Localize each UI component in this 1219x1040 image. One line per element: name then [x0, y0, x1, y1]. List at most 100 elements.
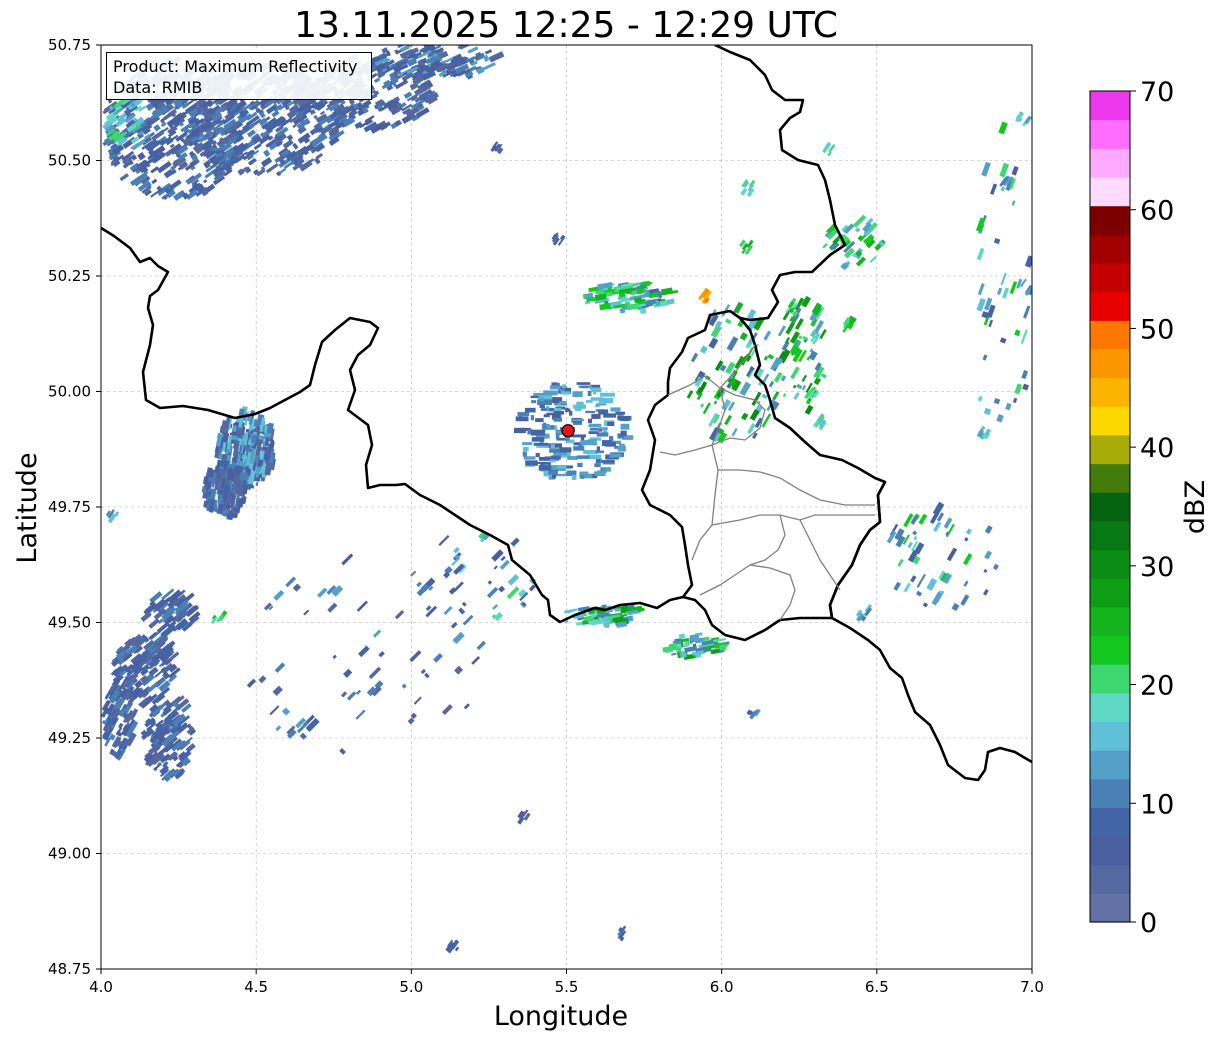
colorbar-segment	[1090, 893, 1130, 923]
echo-cell	[463, 703, 470, 710]
colorbar-segment	[1090, 549, 1130, 579]
echo-cell	[964, 537, 969, 542]
echo-cell	[992, 563, 999, 571]
echo-cell	[401, 683, 407, 689]
echo-cell	[561, 384, 566, 389]
echo-cell	[231, 511, 239, 519]
echo-cell	[595, 450, 604, 454]
y-tick-label: 49.75	[48, 498, 91, 516]
echo-cell	[965, 528, 972, 535]
echo-cell	[682, 642, 689, 648]
echo-cell	[585, 399, 593, 403]
colorbar-tick-label: 30	[1140, 552, 1174, 583]
echo-cell	[996, 414, 1004, 423]
echo-cell	[313, 157, 321, 165]
echo-cell	[258, 675, 267, 684]
echo-cell	[580, 475, 585, 479]
radar-map: 4.0 4.5 5.0 5.5 6.0 6.5 7.0 48.75 49.00 49.25 49.…	[12, 36, 1211, 1032]
echo-cell	[679, 651, 687, 658]
echo-cell	[452, 631, 465, 645]
colorbar-segment	[1090, 721, 1130, 751]
y-tick-label: 49.25	[48, 729, 91, 747]
echo-cell	[567, 456, 578, 460]
echo-cell	[580, 385, 589, 389]
colorbar-segment	[1090, 750, 1130, 780]
colorbar-title: dBZ	[1180, 480, 1211, 534]
echo-cell	[915, 590, 923, 597]
echo-cell	[619, 307, 626, 314]
echo-cell	[589, 427, 599, 431]
echo-cell	[690, 352, 699, 363]
colorbar-tick-label: 10	[1140, 789, 1174, 820]
echo-cell	[1014, 329, 1021, 337]
echo-cell	[999, 337, 1007, 344]
colorbar-segment	[1090, 578, 1130, 608]
echo-cell	[615, 411, 625, 415]
echo-cell	[263, 149, 271, 157]
colorbar-segment	[1090, 463, 1130, 493]
echo-cell	[317, 587, 328, 598]
echo-cell	[573, 404, 587, 409]
echo-cell	[525, 460, 538, 466]
x-tick-label: 6.0	[710, 978, 734, 996]
echo-cell	[420, 668, 426, 675]
echo-cell	[260, 156, 273, 168]
echo-cell	[445, 37, 456, 44]
echo-cell	[531, 400, 537, 404]
echo-cell	[487, 580, 493, 585]
y-tick-label: 50.00	[48, 383, 91, 401]
colorbar-segment	[1090, 205, 1130, 235]
echo-cell	[297, 132, 311, 144]
echo-cell	[535, 452, 540, 458]
colorbar-segment	[1090, 377, 1130, 407]
echo-cell	[780, 375, 787, 382]
province-boundary	[749, 564, 796, 621]
echo-cell	[912, 530, 918, 536]
echo-cell	[413, 696, 422, 705]
echo-cell	[522, 451, 527, 457]
echo-cell	[543, 414, 550, 418]
echo-cell	[153, 124, 161, 132]
echo-cell	[596, 446, 600, 451]
x-tick-label: 7.0	[1020, 978, 1044, 996]
echo-cell	[598, 398, 614, 404]
echo-cell	[269, 441, 275, 450]
echo-cell	[657, 293, 663, 299]
colorbar-segment	[1090, 320, 1130, 350]
echo-cell	[378, 650, 385, 658]
echo-cell	[530, 429, 546, 436]
province-boundary	[699, 514, 786, 596]
echo-cell	[282, 139, 294, 149]
echo-cell	[801, 385, 807, 391]
echo-cell	[808, 350, 818, 361]
echo-cell	[609, 453, 622, 458]
province-boundary	[691, 469, 719, 561]
echo-cell	[598, 409, 609, 415]
echo-cell	[246, 678, 257, 688]
echo-cell	[700, 403, 705, 408]
colorbar-segment	[1090, 91, 1130, 121]
echo-cell	[1012, 397, 1018, 404]
echo-cell	[530, 415, 535, 421]
echo-cell	[763, 330, 772, 341]
echo-cell	[358, 645, 370, 658]
echo-cell	[739, 332, 748, 341]
echo-cell	[443, 605, 453, 615]
echo-cell	[655, 301, 661, 306]
colorbar-segment	[1090, 520, 1130, 551]
echo-cell	[275, 725, 282, 732]
echo-cell	[977, 283, 985, 296]
colorbar-segment	[1090, 635, 1130, 665]
echo-cell	[148, 618, 160, 629]
echo-cell	[373, 629, 382, 638]
echo-cell	[229, 490, 234, 495]
echo-cell	[1011, 165, 1019, 176]
echo-cell	[569, 410, 573, 416]
echo-cell	[546, 406, 550, 412]
echo-cell	[499, 559, 510, 570]
echo-cell	[929, 512, 939, 525]
echo-cell	[801, 374, 808, 382]
echo-cell	[514, 427, 526, 434]
echo-cell	[1000, 272, 1007, 286]
colorbar-segment	[1090, 692, 1130, 723]
